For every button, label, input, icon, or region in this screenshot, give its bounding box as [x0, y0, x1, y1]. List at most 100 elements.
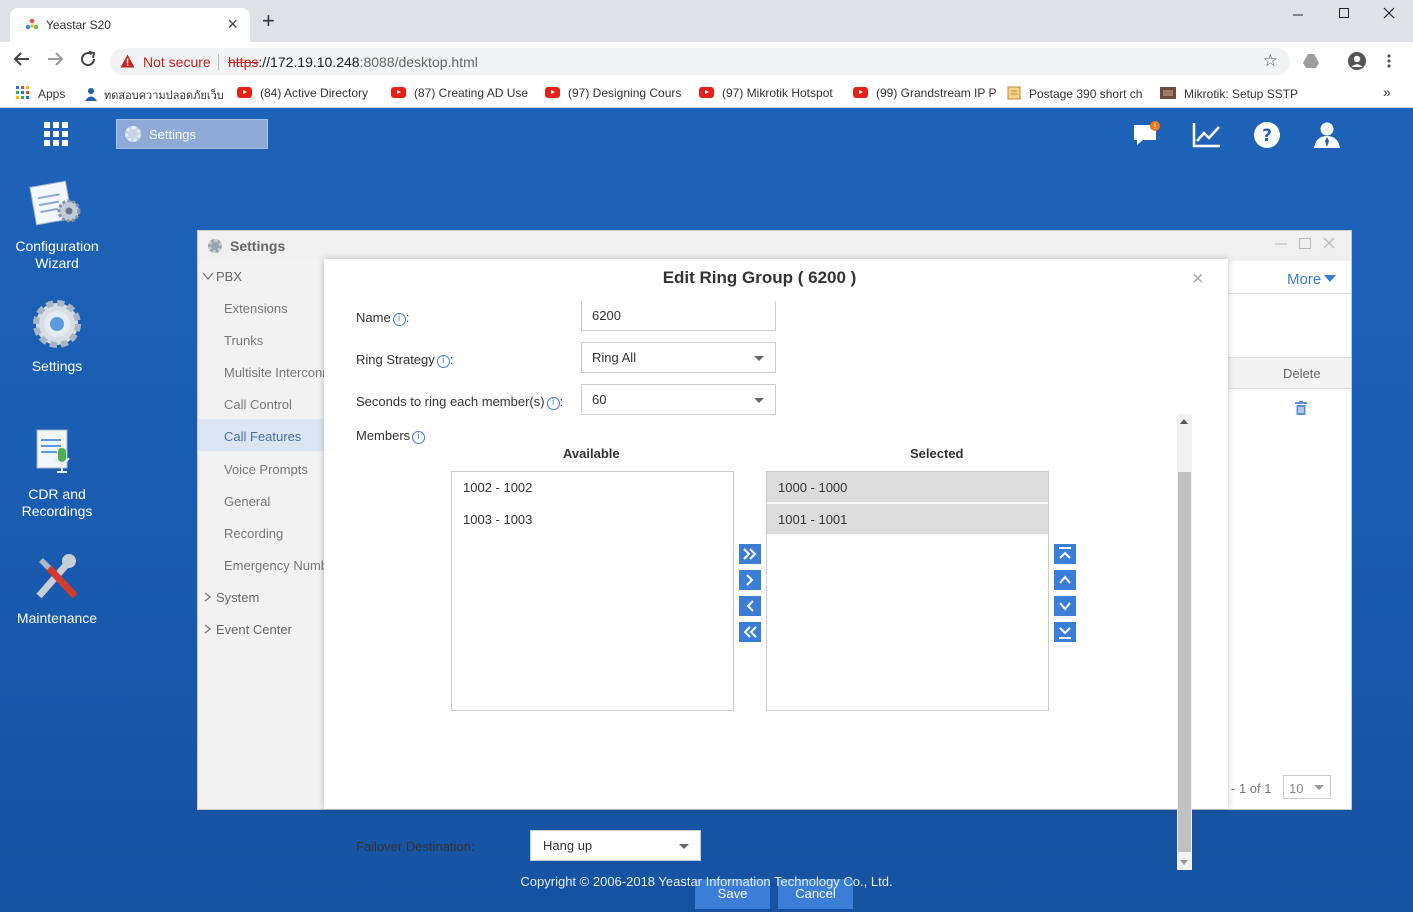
kebab-menu-icon[interactable]	[1386, 53, 1392, 69]
move-left-button[interactable]	[739, 596, 761, 616]
drive-extension-icon[interactable]	[1302, 53, 1320, 69]
nav-item-extensions[interactable]: Extensions	[224, 301, 288, 316]
nav-item-voice-prompts[interactable]: Voice Prompts	[224, 462, 308, 477]
desktop-icon-settings[interactable]: Settings	[0, 298, 114, 375]
nav-item-trunks[interactable]: Trunks	[224, 333, 263, 348]
new-tab-button[interactable]: +	[262, 10, 275, 32]
info-icon[interactable]: i	[412, 431, 426, 444]
nav-item-emergency-number[interactable]: Emergency Numb	[224, 558, 328, 573]
move-to-bottom-button[interactable]	[1054, 622, 1076, 642]
move-to-top-button[interactable]	[1054, 544, 1076, 564]
ring-seconds-label-text: Seconds to ring each member(s)	[356, 394, 545, 409]
desktop-icon-label: Configuration	[15, 238, 99, 254]
ring-seconds-select[interactable]: 60	[581, 384, 776, 415]
bookmark-star-icon[interactable]: ☆	[1263, 51, 1278, 71]
window-close-icon[interactable]	[1323, 237, 1335, 249]
scrollbar-thumb[interactable]	[1178, 472, 1191, 852]
name-input[interactable]: 6200	[581, 301, 776, 331]
bookmark-item[interactable]: (87) Creating AD Use	[391, 86, 528, 102]
move-all-right-button[interactable]	[739, 544, 761, 564]
move-up-button[interactable]	[1054, 570, 1076, 590]
desktop-icon-cdr-recordings[interactable]: CDR and Recordings	[0, 426, 114, 520]
desktop-icon-configuration-wizard[interactable]: Configuration Wizard	[0, 178, 114, 272]
minimize-icon[interactable]	[1275, 6, 1321, 26]
messages-icon[interactable]: !	[1132, 120, 1162, 150]
bookmarks-overflow-icon[interactable]: »	[1383, 84, 1391, 100]
statistics-chart-icon[interactable]	[1192, 120, 1222, 150]
forward-icon[interactable]	[44, 50, 66, 72]
nav-system-label: System	[216, 590, 260, 605]
dialog-scrollbar[interactable]	[1177, 414, 1192, 870]
bookmark-item[interactable]: (99) Grandstream IP P	[853, 86, 997, 102]
desktop-icon-maintenance[interactable]: Maintenance	[0, 550, 114, 627]
failover-destination-select[interactable]: Hang up	[530, 830, 701, 861]
nav-item-call-features[interactable]: Call Features	[224, 429, 301, 444]
ring-strategy-select[interactable]: Ring All	[581, 342, 776, 373]
page-size-select[interactable]: 10	[1283, 775, 1331, 799]
close-window-icon[interactable]	[1366, 6, 1412, 26]
profile-icon[interactable]	[1347, 51, 1367, 71]
trash-icon[interactable]	[1295, 401, 1307, 415]
bookmark-label: Apps	[38, 87, 66, 101]
list-item[interactable]: 1002 - 1002	[452, 472, 733, 503]
warning-icon	[120, 54, 135, 68]
scroll-down-icon[interactable]	[1180, 860, 1188, 865]
nav-item-call-control[interactable]: Call Control	[224, 397, 292, 412]
reload-icon[interactable]	[77, 50, 99, 72]
nav-item-recording[interactable]: Recording	[224, 526, 283, 541]
info-icon[interactable]: i	[546, 397, 560, 410]
bookmark-item[interactable]: Postage 390 short ch	[1007, 86, 1142, 102]
person-icon	[85, 88, 97, 101]
list-item[interactable]: 1000 - 1000	[767, 472, 1048, 503]
bookmark-item[interactable]: Mikrotik: Setup SSTP	[1160, 86, 1298, 102]
move-down-button[interactable]	[1054, 596, 1076, 616]
bookmark-item[interactable]: (97) Mikrotik Hotspot	[699, 86, 833, 102]
nav-item-multisite[interactable]: Multisite Interconn	[224, 365, 330, 380]
settings-window-titlebar[interactable]: Settings	[198, 231, 1351, 261]
list-item[interactable]: 1001 - 1001	[767, 504, 1048, 535]
youtube-icon	[391, 87, 406, 98]
gear-icon	[208, 239, 222, 253]
app-menu-grid-icon[interactable]	[44, 122, 68, 146]
move-right-button[interactable]	[739, 570, 761, 590]
bookmark-item[interactable]: ทดสอบความปลอดภัยเว็บ	[84, 86, 224, 102]
dialog-title: Edit Ring Group ( 6200 )	[662, 268, 857, 287]
tab-close-icon[interactable]: ×	[227, 14, 238, 35]
window-maximize-icon[interactable]	[1299, 237, 1311, 249]
security-label[interactable]: Not secure	[143, 54, 211, 70]
taskbar-settings-button[interactable]: Settings	[116, 119, 268, 149]
nav-item-general[interactable]: General	[224, 494, 270, 509]
divider	[1225, 293, 1351, 294]
bookmark-apps[interactable]: Apps	[16, 86, 65, 102]
move-all-left-button[interactable]	[739, 622, 761, 642]
settings-gear-icon	[29, 298, 85, 350]
nav-event-center[interactable]: Event Center	[202, 622, 292, 637]
nav-pbx[interactable]: PBX	[202, 269, 242, 284]
available-members-list[interactable]: 1002 - 1002 1003 - 1003	[451, 471, 734, 711]
selected-members-list[interactable]: 1000 - 1000 1001 - 1001	[766, 471, 1049, 711]
dialog-close-icon[interactable]: ×	[1192, 268, 1204, 291]
info-icon[interactable]: i	[436, 355, 450, 368]
help-icon[interactable]: ?	[1252, 120, 1282, 150]
nav-system[interactable]: System	[202, 590, 259, 605]
list-item[interactable]: 1003 - 1003	[452, 504, 733, 535]
bookmark-label: ทดสอบความปลอดภัยเว็บ	[104, 90, 224, 102]
chevron-down-icon	[1059, 602, 1071, 611]
browser-toolbar: Not secure https://172.19.10.248:8088/de…	[0, 42, 1413, 80]
user-account-icon[interactable]	[1312, 120, 1342, 150]
bookmark-item[interactable]: (84) Active Directory	[237, 86, 368, 102]
browser-tab[interactable]: Yeastar S20 ×	[10, 8, 250, 42]
more-menu-button[interactable]: More	[1287, 271, 1337, 288]
info-icon[interactable]: i	[392, 313, 406, 326]
scroll-up-icon[interactable]	[1180, 419, 1188, 424]
address-bar[interactable]: Not secure https://172.19.10.248:8088/de…	[110, 48, 1290, 75]
page-size-value: 10	[1289, 781, 1304, 796]
maximize-icon[interactable]	[1321, 6, 1367, 26]
bookmark-label: (99) Grandstream IP P	[876, 86, 997, 100]
bookmark-item[interactable]: (97) Designing Cours	[545, 86, 681, 102]
window-minimize-icon[interactable]	[1275, 237, 1287, 249]
url-text[interactable]: https://172.19.10.248:8088/desktop.html	[228, 54, 478, 70]
configuration-wizard-icon	[29, 178, 85, 230]
postage-icon	[1007, 86, 1021, 100]
back-icon[interactable]	[11, 50, 33, 72]
